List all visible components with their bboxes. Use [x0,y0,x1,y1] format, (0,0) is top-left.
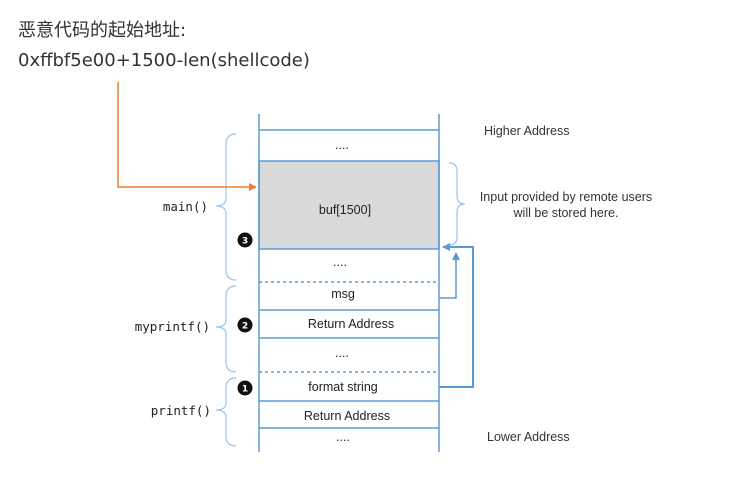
cell-return-address-myprintf: Return Address [308,317,394,331]
frame-label-myprintf: myprintf() [135,319,210,334]
label-lower-address: Lower Address [487,430,570,444]
myprintf-brace [215,285,237,373]
cell-bottom-dots: .... [336,430,350,444]
badge-3: 3 [242,237,248,247]
cell-format-string: format string [308,380,378,394]
stack-diagram: .... buf[1500] .... msg Return Address .… [117,82,652,452]
label-input-line-1: Input provided by remote users [480,190,652,204]
cell-buf: buf[1500] [319,203,371,217]
badge-1: 1 [242,385,248,395]
cell-top-dots: .... [335,138,349,152]
msg-pointer-arrow [439,252,460,299]
main-brace [215,133,237,281]
frame-label-main: main() [163,199,208,214]
cell-msg: msg [331,287,355,301]
cell-dots-after-buf: .... [333,255,347,269]
cell-return-address-printf: Return Address [304,409,390,423]
frame-label-printf: printf() [151,403,211,418]
badge-2: 2 [242,322,248,332]
label-higher-address: Higher Address [484,124,569,138]
cell-dots-mid: .... [335,346,349,360]
buf-brace [448,162,466,246]
label-input-line-2: will be stored here. [513,206,619,220]
printf-brace [215,377,237,447]
